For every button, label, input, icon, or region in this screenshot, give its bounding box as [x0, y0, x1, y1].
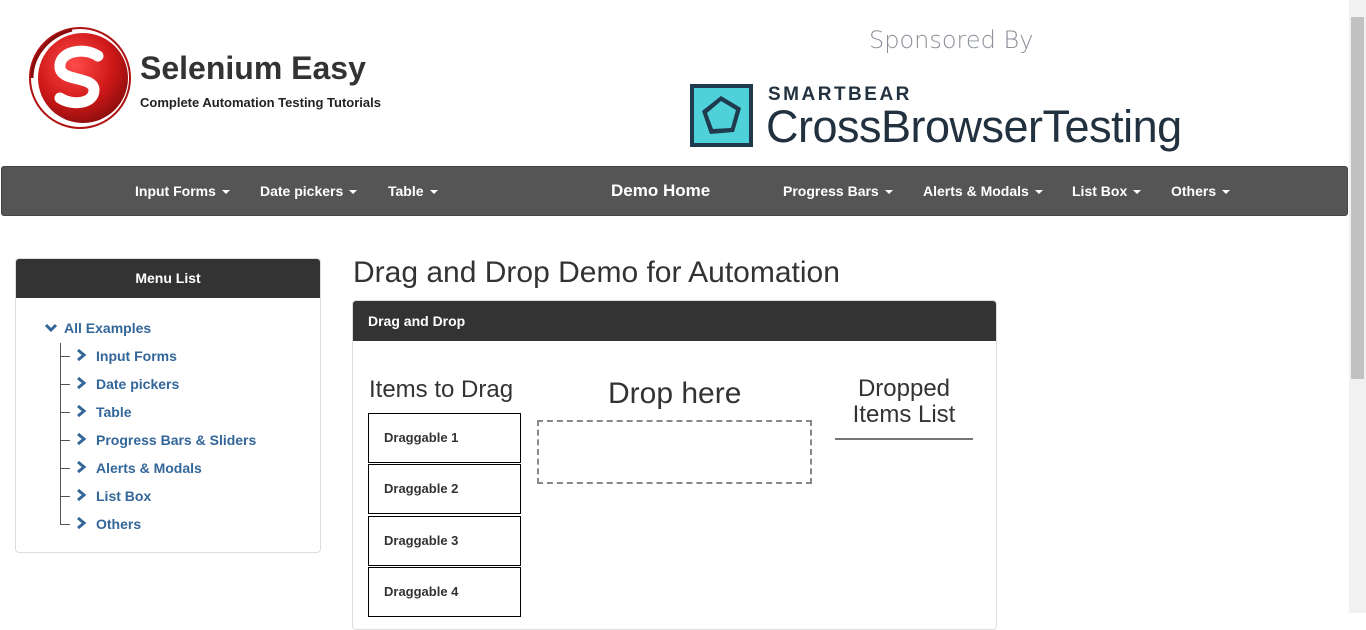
sponsor-brand-big[interactable]: CrossBrowserTesting	[766, 101, 1182, 153]
nav-list-box[interactable]: List Box	[1072, 167, 1142, 215]
page-title: Drag and Drop Demo for Automation	[353, 256, 840, 289]
sidebar-item-label: Table	[96, 404, 132, 420]
tree-root-label: All Examples	[64, 320, 152, 336]
sidebar-item-label: List Box	[96, 488, 152, 504]
nav-input-forms[interactable]: Input Forms	[135, 167, 230, 215]
main-navbar: Input Forms Date pickers Table Demo Home…	[1, 166, 1348, 216]
chevron-right-icon	[77, 404, 87, 418]
nav-label: Input Forms	[135, 183, 216, 199]
sponsored-label: Sponsored By	[869, 26, 1034, 54]
panel-title: Drag and Drop	[353, 301, 996, 341]
nav-progress-bars[interactable]: Progress Bars	[783, 167, 893, 215]
scrollbar-thumb[interactable]	[1351, 17, 1364, 379]
tree-branch	[60, 384, 70, 385]
chevron-right-icon	[77, 348, 87, 362]
caret-down-icon	[221, 190, 230, 195]
sidebar-item-label: Progress Bars & Sliders	[96, 432, 257, 448]
nav-label: List Box	[1072, 183, 1128, 199]
draggable-item[interactable]: Draggable 4	[368, 567, 521, 617]
caret-down-icon	[349, 190, 358, 195]
chevron-right-icon	[77, 460, 87, 474]
caret-down-icon	[1034, 190, 1043, 195]
chevron-down-icon	[44, 323, 58, 333]
draggable-item[interactable]: Draggable 1	[368, 413, 521, 463]
brand-title: Selenium Easy	[140, 50, 366, 86]
caret-down-icon	[429, 190, 438, 195]
tree-branch	[60, 496, 70, 497]
chevron-right-icon	[77, 516, 87, 530]
nav-label: Others	[1171, 183, 1217, 199]
draggable-item[interactable]: Draggable 3	[368, 516, 521, 566]
dropped-items-list	[835, 438, 973, 440]
sidebar-item-label: Others	[96, 516, 142, 532]
sidebar-title: Menu List	[16, 259, 320, 298]
crossbrowsertesting-icon[interactable]	[690, 84, 753, 147]
chevron-right-icon	[77, 488, 87, 502]
tree-branch	[60, 468, 70, 469]
items-to-drag-title: Items to Drag	[369, 376, 514, 403]
brand-subtitle: Complete Automation Testing Tutorials	[140, 95, 381, 110]
drop-here-title: Drop here	[608, 377, 742, 410]
tree-branch	[60, 524, 70, 525]
caret-down-icon	[884, 190, 893, 195]
chevron-right-icon	[77, 376, 87, 390]
dropped-items-title: Dropped Items List	[852, 375, 956, 428]
nav-demo-home[interactable]: Demo Home	[611, 167, 710, 215]
caret-down-icon	[1222, 190, 1231, 195]
nav-label: Progress Bars	[783, 183, 879, 199]
caret-down-icon	[1133, 190, 1142, 195]
drop-zone[interactable]	[537, 420, 812, 484]
chevron-right-icon	[77, 432, 87, 446]
sidebar-item-label: Date pickers	[96, 376, 180, 392]
nav-label: Table	[388, 183, 424, 199]
tree-branch	[60, 356, 70, 357]
nav-date-pickers[interactable]: Date pickers	[260, 167, 358, 215]
selenium-easy-logo[interactable]	[28, 26, 132, 130]
nav-others[interactable]: Others	[1171, 167, 1231, 215]
sidebar-item-label: Input Forms	[96, 348, 177, 364]
nav-label: Alerts & Modals	[923, 183, 1029, 199]
logo-icon	[29, 27, 131, 129]
nav-table[interactable]: Table	[388, 167, 438, 215]
draggable-item[interactable]: Draggable 2	[368, 464, 521, 514]
tree-branch	[60, 412, 70, 413]
sidebar-item-label: Alerts & Modals	[96, 460, 202, 476]
tree-root-all-examples[interactable]: All Examples	[44, 320, 151, 336]
nav-label: Date pickers	[260, 183, 344, 199]
nav-alerts-modals[interactable]: Alerts & Modals	[923, 167, 1043, 215]
tree-branch	[60, 440, 70, 441]
